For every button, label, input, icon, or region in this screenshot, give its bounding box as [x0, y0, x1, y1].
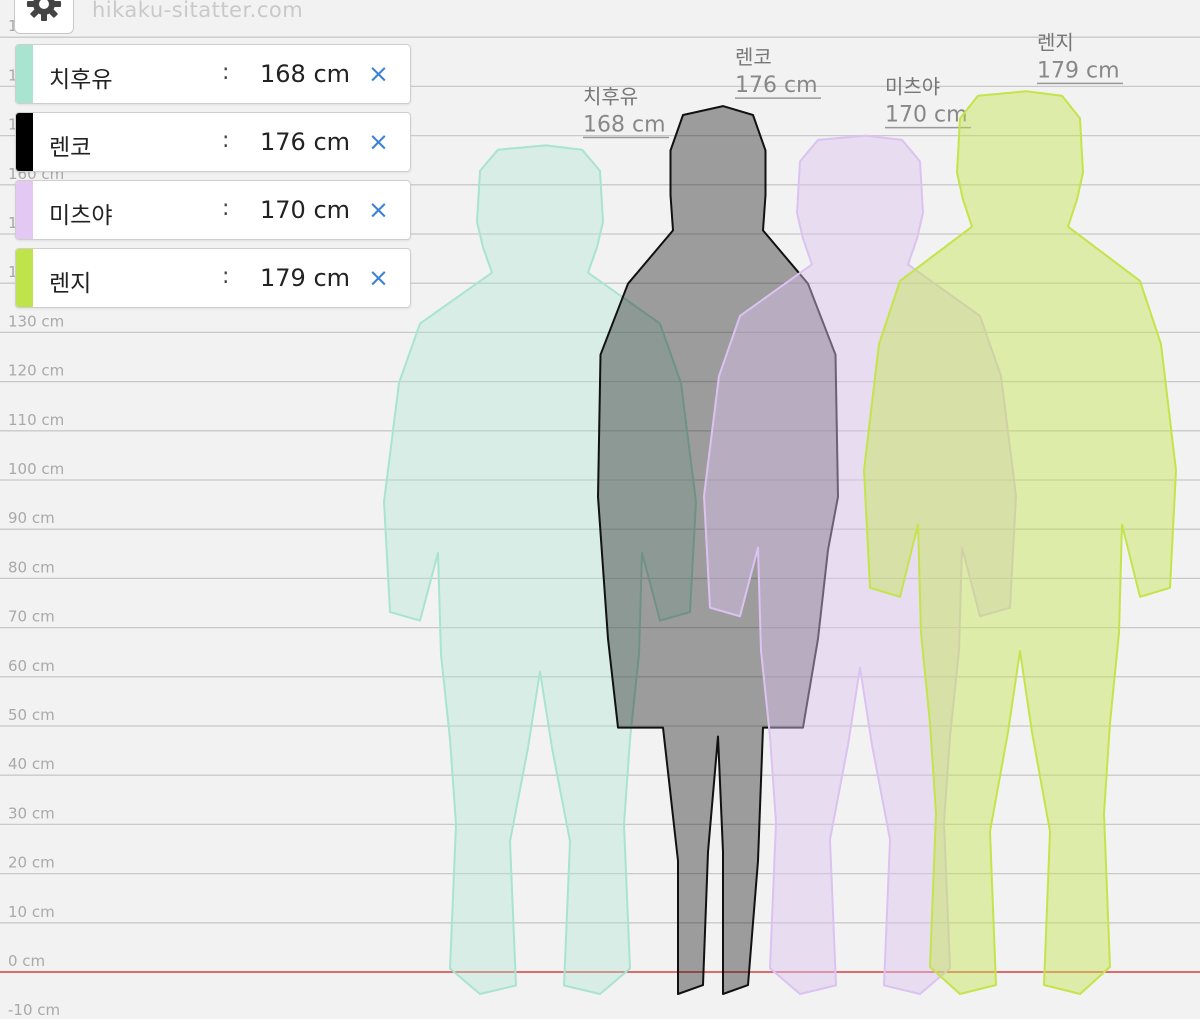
- tick-label: 0 cm: [8, 952, 45, 970]
- tick-label: 30 cm: [8, 804, 55, 822]
- tick-label: 50 cm: [8, 706, 55, 724]
- character-row[interactable]: 치후유 : 168 cm ×: [15, 44, 411, 104]
- character-row[interactable]: 렌코 : 176 cm ×: [15, 112, 411, 172]
- header: hikaku-sitatter.com: [14, 0, 414, 34]
- tick-label: 40 cm: [8, 755, 55, 773]
- character-height: 179 cm: [260, 264, 351, 292]
- color-swatch[interactable]: [16, 45, 33, 103]
- separator: :: [222, 196, 230, 221]
- figure-height-label: 170 cm: [885, 103, 968, 128]
- remove-button[interactable]: ×: [368, 59, 389, 88]
- tick-label: 100 cm: [8, 460, 64, 478]
- tick-label: 80 cm: [8, 558, 55, 576]
- color-swatch[interactable]: [16, 249, 33, 307]
- figure-name-label: 렌코: [735, 45, 772, 69]
- tick-label: 60 cm: [8, 657, 55, 675]
- separator: :: [222, 60, 230, 85]
- color-swatch[interactable]: [16, 113, 33, 171]
- remove-button[interactable]: ×: [368, 263, 389, 292]
- tick-label: 20 cm: [8, 854, 55, 872]
- character-height: 176 cm: [260, 128, 351, 156]
- tick-label: 110 cm: [8, 411, 64, 429]
- figure-height-label: 168 cm: [583, 112, 666, 137]
- remove-button[interactable]: ×: [368, 127, 389, 156]
- figure-height-label: 179 cm: [1037, 58, 1120, 83]
- site-name: hikaku-sitatter.com: [92, 0, 304, 22]
- character-name: 렌지: [49, 271, 92, 297]
- separator: :: [222, 128, 230, 153]
- character-height: 168 cm: [260, 60, 351, 88]
- tick-label: 90 cm: [8, 509, 55, 527]
- character-name: 미츠야: [49, 203, 113, 229]
- character-row[interactable]: 렌지 : 179 cm ×: [15, 248, 411, 308]
- settings-button[interactable]: [14, 0, 74, 34]
- remove-button[interactable]: ×: [368, 195, 389, 224]
- tick-label: 70 cm: [8, 608, 55, 626]
- separator: :: [222, 264, 230, 289]
- color-swatch[interactable]: [16, 181, 33, 239]
- tick-label: 120 cm: [8, 362, 64, 380]
- character-row[interactable]: 미츠야 : 170 cm ×: [15, 180, 411, 240]
- figure-name-label: 렌지: [1037, 30, 1074, 54]
- gear-icon: [27, 0, 61, 21]
- tick-label: 10 cm: [8, 903, 55, 921]
- figure-name-label: 미츠야: [885, 75, 940, 99]
- character-name: 렌코: [49, 135, 92, 161]
- character-list: 치후유 : 168 cm × 렌코 : 176 cm × 미츠야 : 170 c…: [15, 44, 411, 316]
- character-height: 170 cm: [260, 196, 351, 224]
- figure-name-label: 치후유: [583, 84, 638, 108]
- tick-label: -10 cm: [8, 1001, 60, 1019]
- figure-height-label: 176 cm: [735, 73, 818, 98]
- character-name: 치후유: [49, 67, 113, 93]
